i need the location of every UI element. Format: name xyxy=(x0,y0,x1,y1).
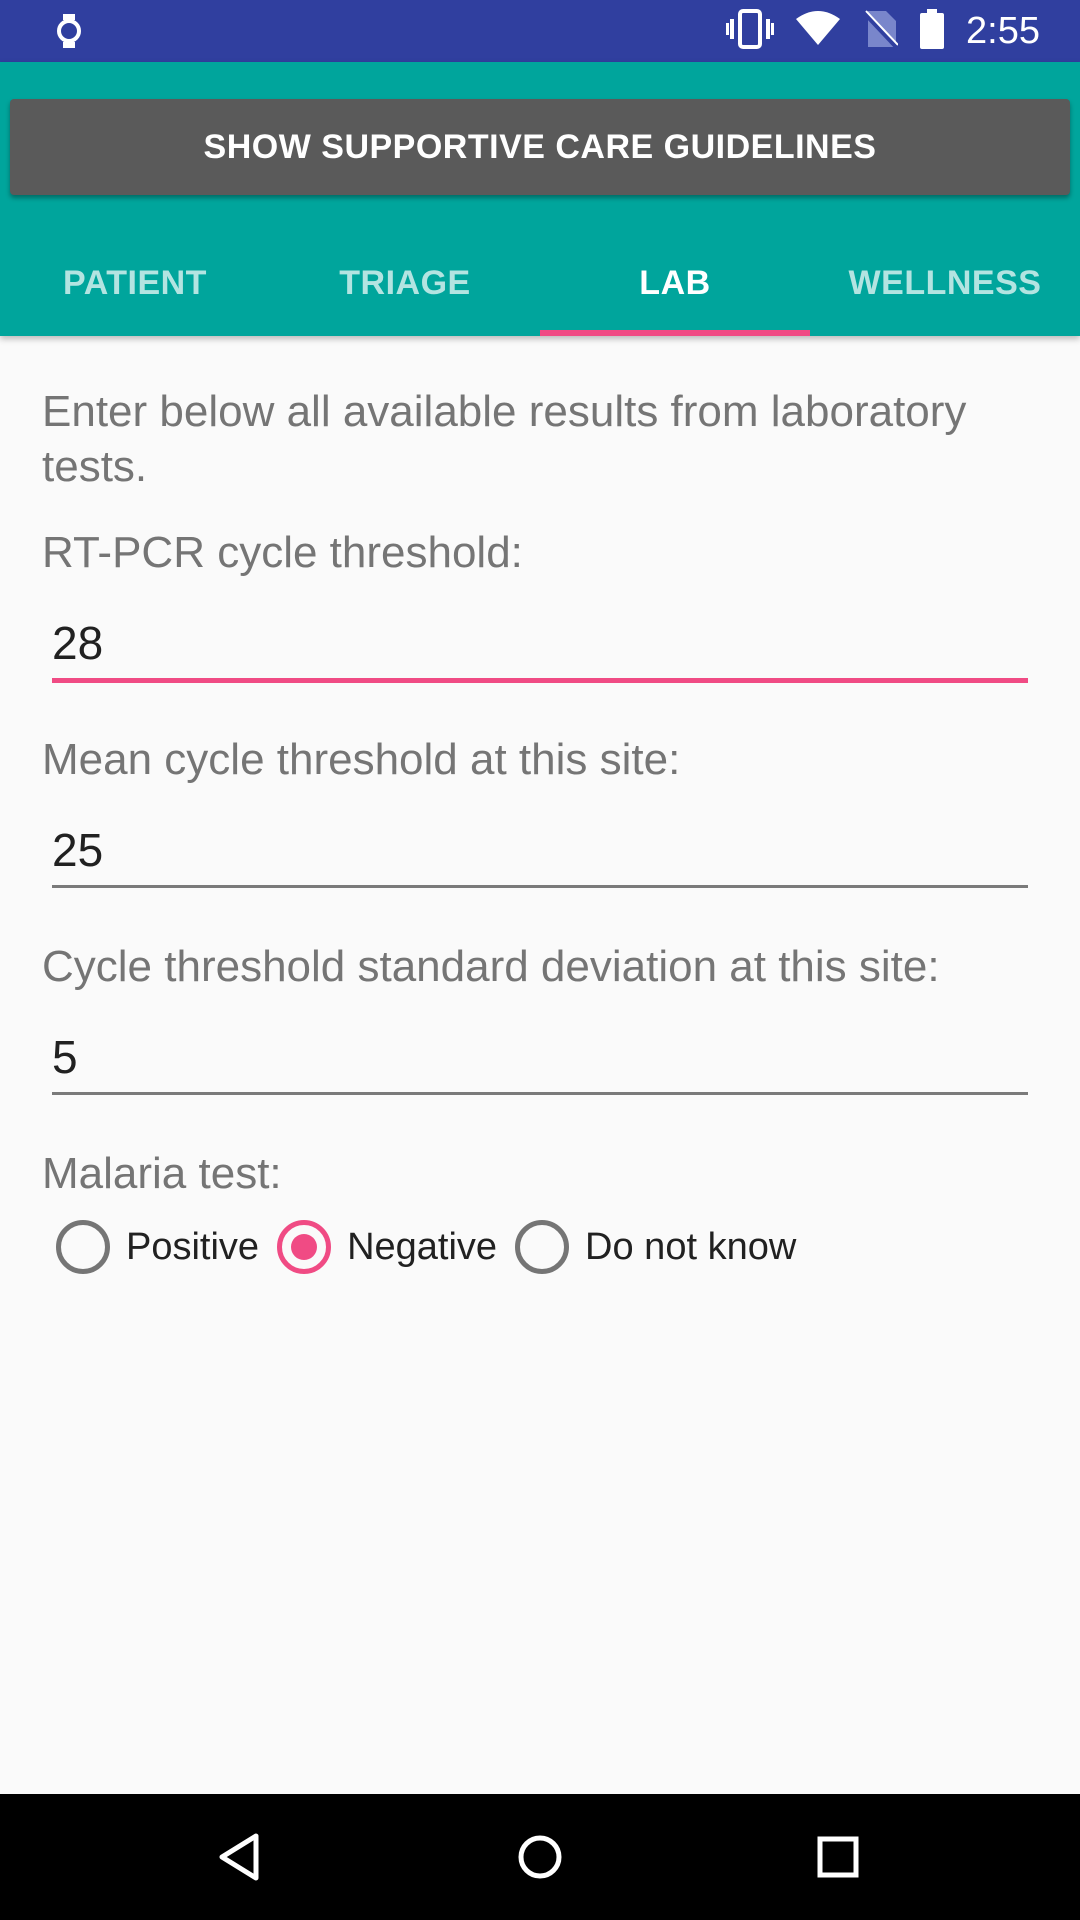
app-header: SHOW SUPPORTIVE CARE GUIDELINES PATIENT … xyxy=(0,62,1080,336)
sd-ct-input-underline xyxy=(52,1092,1028,1095)
radio-selected-dot xyxy=(291,1234,318,1260)
radio-positive[interactable]: Positive xyxy=(56,1220,259,1274)
back-icon[interactable] xyxy=(208,1824,274,1890)
radio-do-not-know[interactable]: Do not know xyxy=(515,1220,796,1274)
navigation-bar xyxy=(0,1794,1080,1920)
radio-negative[interactable]: Negative xyxy=(277,1220,497,1274)
vibrate-icon xyxy=(726,8,775,54)
sd-ct-label: Cycle threshold standard deviation at th… xyxy=(42,942,940,991)
radio-positive-circle[interactable] xyxy=(56,1220,110,1274)
no-sim-icon xyxy=(862,9,899,54)
radio-do-not-know-circle[interactable] xyxy=(515,1220,570,1274)
intro-text: Enter below all available results from l… xyxy=(42,387,967,491)
tab-triage[interactable]: TRIAGE xyxy=(270,230,540,336)
ct-input-underline xyxy=(52,678,1028,683)
status-bar: 2:55 xyxy=(0,0,1080,62)
tab-bar: PATIENT TRIAGE LAB WELLNESS xyxy=(0,230,1080,336)
mean-ct-label: Mean cycle threshold at this site: xyxy=(42,735,681,784)
mean-ct-input-underline xyxy=(52,885,1028,888)
radio-negative-label[interactable]: Negative xyxy=(347,1226,497,1269)
tab-lab[interactable]: LAB xyxy=(540,230,810,336)
tab-patient[interactable]: PATIENT xyxy=(0,230,270,336)
ct-input[interactable] xyxy=(52,608,1028,678)
status-time: 2:55 xyxy=(966,9,1040,52)
battery-icon xyxy=(920,8,945,54)
radio-do-not-know-label[interactable]: Do not know xyxy=(585,1226,796,1269)
wifi-icon xyxy=(796,10,841,52)
show-guidelines-button[interactable]: SHOW SUPPORTIVE CARE GUIDELINES xyxy=(10,99,1070,195)
radio-positive-label[interactable]: Positive xyxy=(126,1226,259,1269)
watch-icon xyxy=(56,14,82,48)
tab-wellness[interactable]: WELLNESS xyxy=(810,230,1080,336)
sd-ct-input[interactable] xyxy=(52,1022,1028,1092)
radio-negative-circle[interactable] xyxy=(277,1220,332,1274)
mean-ct-input[interactable] xyxy=(52,815,1028,885)
tab-indicator xyxy=(540,330,810,336)
ct-label: RT-PCR cycle threshold: xyxy=(42,528,523,577)
home-icon[interactable] xyxy=(507,1824,573,1890)
recents-icon[interactable] xyxy=(805,1824,871,1890)
tab-lab-label: LAB xyxy=(639,263,711,302)
malaria-label: Malaria test: xyxy=(42,1149,282,1198)
malaria-radio-group: Positive Negative Do not know xyxy=(56,1220,814,1274)
